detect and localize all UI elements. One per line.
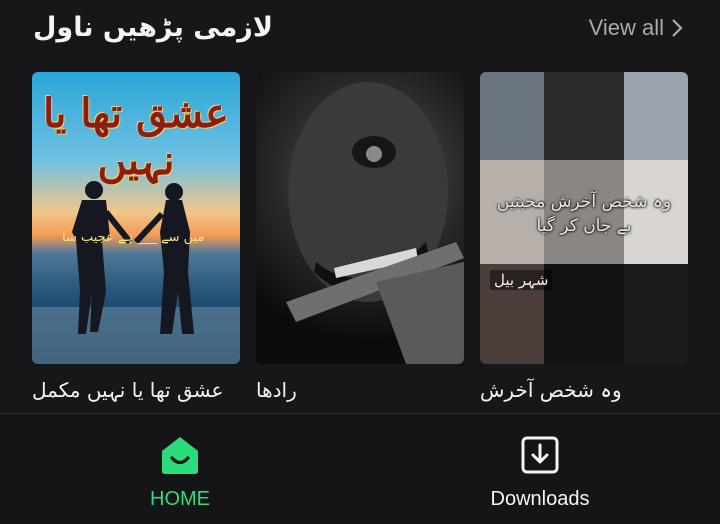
home-icon bbox=[162, 437, 198, 474]
book-card-3[interactable]: وہ شخص آخرش محبتیں بے جاں کر گیا شہر بیل… bbox=[480, 72, 688, 402]
cover-caption-text: وہ شخص آخرش محبتیں بے جاں کر گیا bbox=[496, 192, 672, 236]
book-card-1[interactable]: عشق تھا یا نہیں میں سے ___ ہے عجیب سا عش… bbox=[32, 72, 240, 402]
book-title-2: رادھا bbox=[256, 378, 297, 402]
collage-tile bbox=[544, 264, 624, 364]
book-card-2[interactable]: رادھا bbox=[256, 72, 464, 402]
section-title: لازمی پڑھیں ناول bbox=[33, 12, 273, 43]
book-cover-2[interactable] bbox=[256, 72, 464, 364]
book-shelf: عشق تھا یا نہیں میں سے ___ ہے عجیب سا عش… bbox=[0, 72, 720, 412]
nav-downloads[interactable]: Downloads bbox=[455, 434, 625, 511]
nav-downloads-label: Downloads bbox=[490, 488, 590, 510]
collage-tile bbox=[624, 72, 688, 160]
collage-tile bbox=[544, 72, 624, 160]
collage-tile bbox=[480, 72, 544, 160]
download-icon bbox=[521, 436, 559, 474]
section-header: لازمی پڑھیں ناول View all bbox=[0, 0, 720, 62]
cover-author-text: شہر بیل bbox=[490, 270, 553, 290]
collage-tile bbox=[624, 264, 688, 364]
chevron-right-icon bbox=[672, 19, 683, 37]
dark-face-illustration bbox=[286, 82, 464, 364]
bottom-navigation: HOME Downloads bbox=[0, 414, 720, 524]
view-all-label: View all bbox=[588, 15, 664, 40]
book-cover-1[interactable]: عشق تھا یا نہیں میں سے ___ ہے عجیب سا bbox=[32, 72, 240, 364]
view-all-link[interactable]: View all bbox=[589, 15, 684, 41]
cover-subtitle-text: میں سے ___ ہے عجیب سا bbox=[62, 230, 205, 245]
nav-home[interactable]: HOME bbox=[95, 434, 265, 511]
couple-silhouette bbox=[32, 181, 240, 364]
nav-home-label: HOME bbox=[150, 488, 210, 510]
book-title-3: وہ شخص آخرش bbox=[480, 378, 622, 402]
book-cover-3[interactable]: وہ شخص آخرش محبتیں بے جاں کر گیا شہر بیل bbox=[480, 72, 688, 364]
book-title-1: عشق تھا یا نہیں مکمل bbox=[32, 378, 224, 402]
